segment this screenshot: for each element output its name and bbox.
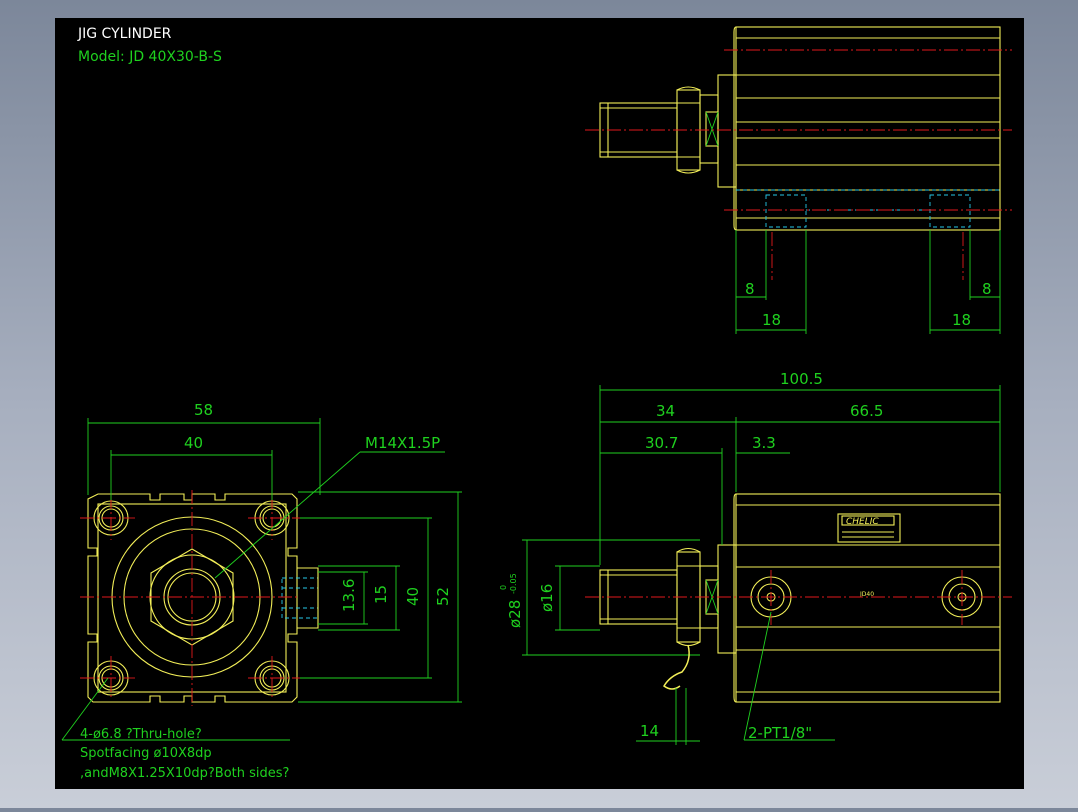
dim-front-52: 52 [434,587,452,606]
dim-front-40-vert: 40 [404,587,422,606]
dim-elev-dia28: ø28 [506,600,524,628]
note-holes-3: ,andM8X1.25X10dp?Both sides? [80,766,289,781]
dim-front-58: 58 [194,401,213,419]
dim-top-18-right: 18 [952,311,971,329]
drawing-model: Model: JD 40X30-B-S [78,49,222,65]
dim-elev-port: 2-PT1/8" [748,724,812,742]
dim-top-18-left: 18 [762,311,781,329]
dim-elev-tol-lower: -0.05 [509,573,518,594]
dim-elev-dia16: ø16 [538,584,556,612]
cad-viewer: JIG CYLINDER Model: JD 40X30-B-S 8 8 18 … [0,0,1078,808]
dim-elev-14: 14 [640,722,659,740]
dim-elev-100-5: 100.5 [780,370,823,388]
dim-front-thread: M14X1.5P [365,434,440,452]
dim-top-8-left: 8 [745,280,755,298]
dim-front-13-6: 13.6 [340,579,358,612]
dim-elev-tol-upper: 0 [499,585,508,590]
dim-front-15: 15 [372,585,390,604]
drawing-canvas[interactable]: JIG CYLINDER Model: JD 40X30-B-S 8 8 18 … [0,0,1078,808]
note-holes-1: 4-ø6.8 ?Thru-hole? [80,727,202,742]
note-holes-2: Spotfacing ø10X8dp [80,746,212,761]
dim-elev-3-3: 3.3 [752,434,776,452]
dim-elev-34: 34 [656,402,675,420]
dim-front-40-top: 40 [184,434,203,452]
label-brand: CHELIC [846,517,879,527]
dim-top-8-right: 8 [982,280,992,298]
dim-elev-66-5: 66.5 [850,402,883,420]
drawing-title: JIG CYLINDER [77,26,172,42]
dim-elev-30-7: 30.7 [645,434,678,452]
